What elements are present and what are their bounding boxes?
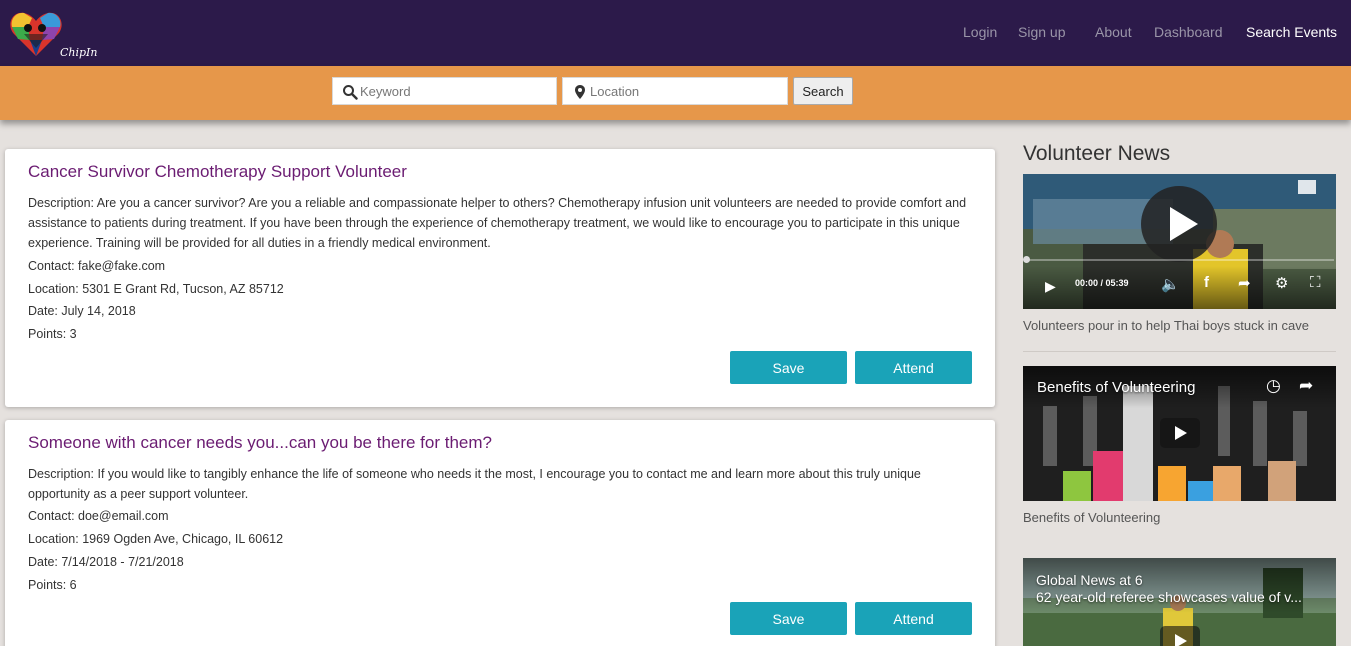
event-card: Someone with cancer needs you...can you … (5, 420, 995, 646)
event-location: Location: 5301 E Grant Rd, Tucson, AZ 85… (28, 282, 284, 296)
nav-about[interactable]: About (1095, 24, 1132, 40)
play-icon[interactable] (1160, 626, 1200, 646)
video-progress-track[interactable] (1026, 259, 1334, 261)
video-time: 00:00 / 05:39 (1075, 278, 1129, 288)
play-icon[interactable] (1160, 418, 1200, 448)
event-date: Date: July 14, 2018 (28, 304, 136, 318)
facebook-icon[interactable]: f (1204, 274, 1209, 291)
event-date: Date: 7/14/2018 - 7/21/2018 (28, 555, 184, 569)
search-button[interactable]: Search (793, 77, 853, 105)
nav-search-events[interactable]: Search Events (1246, 24, 1337, 40)
video-caption[interactable]: Benefits of Volunteering (1023, 510, 1160, 525)
watch-later-icon[interactable]: ◷ (1266, 376, 1281, 396)
gear-icon[interactable]: ⚙ (1275, 274, 1288, 292)
video-progress-handle[interactable] (1023, 256, 1030, 263)
brand-name: ChipIn (60, 46, 98, 59)
share-icon[interactable]: ➦ (1299, 376, 1313, 396)
video-caption[interactable]: Volunteers pour in to help Thai boys stu… (1023, 318, 1309, 333)
location-input[interactable] (590, 80, 780, 102)
video-player[interactable]: Benefits of Volunteering ◷ ➦ (1023, 366, 1336, 501)
event-location: Location: 1969 Ogden Ave, Chicago, IL 60… (28, 532, 284, 546)
attend-button[interactable]: Attend (855, 351, 972, 384)
nav-dashboard[interactable]: Dashboard (1154, 24, 1223, 40)
location-field (562, 77, 788, 105)
search-icon (343, 85, 358, 100)
event-contact: Contact: fake@fake.com (28, 259, 166, 273)
attend-button[interactable]: Attend (855, 602, 972, 635)
video-overlay-title[interactable]: Global News at 6 (1036, 572, 1143, 588)
video-player[interactable]: ▶ 00:00 / 05:39 🔈 f ➦ ⚙ ⛶ (1023, 174, 1336, 309)
puzzle-heart-icon (10, 12, 62, 56)
save-button[interactable]: Save (730, 351, 847, 384)
top-navbar: ChipIn Login Sign up About Dashboard Sea… (0, 0, 1351, 66)
event-card: Cancer Survivor Chemotherapy Support Vol… (5, 149, 995, 407)
video-overlay-subtitle[interactable]: 62 year-old referee showcases value of v… (1036, 589, 1302, 605)
nav-login[interactable]: Login (963, 24, 997, 40)
chipin-logo[interactable]: ChipIn (8, 8, 98, 62)
nav-signup[interactable]: Sign up (1018, 24, 1065, 40)
play-icon[interactable] (1140, 185, 1218, 263)
event-description: Description: Are you a cancer survivor? … (28, 196, 967, 250)
search-bar: Search (0, 66, 1351, 120)
volume-icon[interactable]: 🔈 (1161, 275, 1180, 293)
save-button[interactable]: Save (730, 602, 847, 635)
sidebar-divider (1023, 351, 1336, 352)
event-points: Points: 6 (28, 578, 77, 592)
event-description: Description: If you would like to tangib… (28, 467, 921, 501)
map-marker-icon (575, 85, 585, 99)
play-control-icon[interactable]: ▶ (1045, 278, 1056, 295)
event-contact: Contact: doe@email.com (28, 509, 169, 523)
video-player[interactable]: Global News at 6 62 year-old referee sho… (1023, 558, 1336, 646)
event-points: Points: 3 (28, 327, 77, 341)
share-icon[interactable]: ➦ (1238, 274, 1251, 292)
event-title[interactable]: Someone with cancer needs you...can you … (28, 433, 492, 453)
event-title[interactable]: Cancer Survivor Chemotherapy Support Vol… (28, 162, 407, 182)
volunteer-news-heading: Volunteer News (1023, 142, 1171, 165)
fullscreen-icon[interactable]: ⛶ (1310, 274, 1321, 291)
keyword-input[interactable] (360, 80, 550, 102)
keyword-field (332, 77, 557, 105)
video-overlay-title[interactable]: Benefits of Volunteering (1037, 379, 1195, 396)
